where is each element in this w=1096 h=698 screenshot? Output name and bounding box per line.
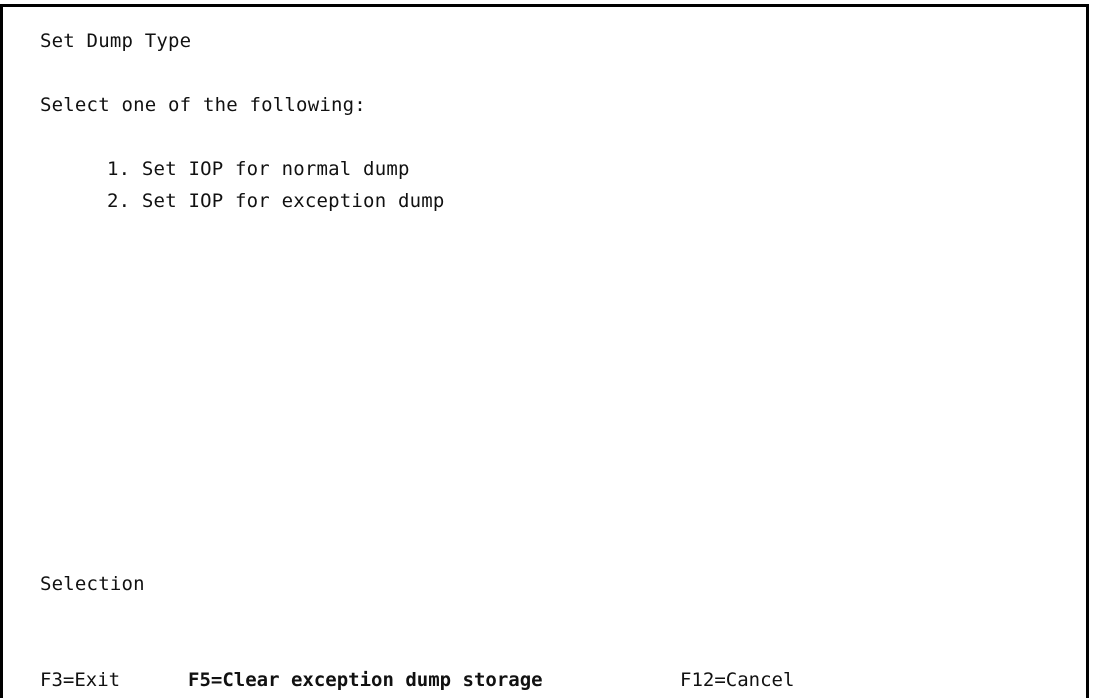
selection-label: Selection bbox=[40, 573, 145, 595]
option-exception-dump[interactable]: 2. Set IOP for exception dump bbox=[107, 189, 445, 213]
function-key-bar: F3=Exit F5=Clear exception dump storage … bbox=[40, 668, 940, 692]
instruction-text: Select one of the following: bbox=[40, 94, 366, 116]
option-normal-dump[interactable]: 1. Set IOP for normal dump bbox=[107, 157, 410, 181]
selection-input[interactable] bbox=[180, 572, 224, 598]
f12-cancel-key[interactable]: F12=Cancel bbox=[680, 668, 794, 692]
f3-exit-key[interactable]: F3=Exit bbox=[40, 668, 120, 692]
selection-row: Selection bbox=[40, 572, 224, 598]
screen-title: Set Dump Type bbox=[40, 30, 192, 52]
f5-clear-exception-dump-key[interactable]: F5=Clear exception dump storage bbox=[188, 668, 543, 692]
terminal-screen: Set Dump Type Select one of the followin… bbox=[0, 4, 1089, 698]
